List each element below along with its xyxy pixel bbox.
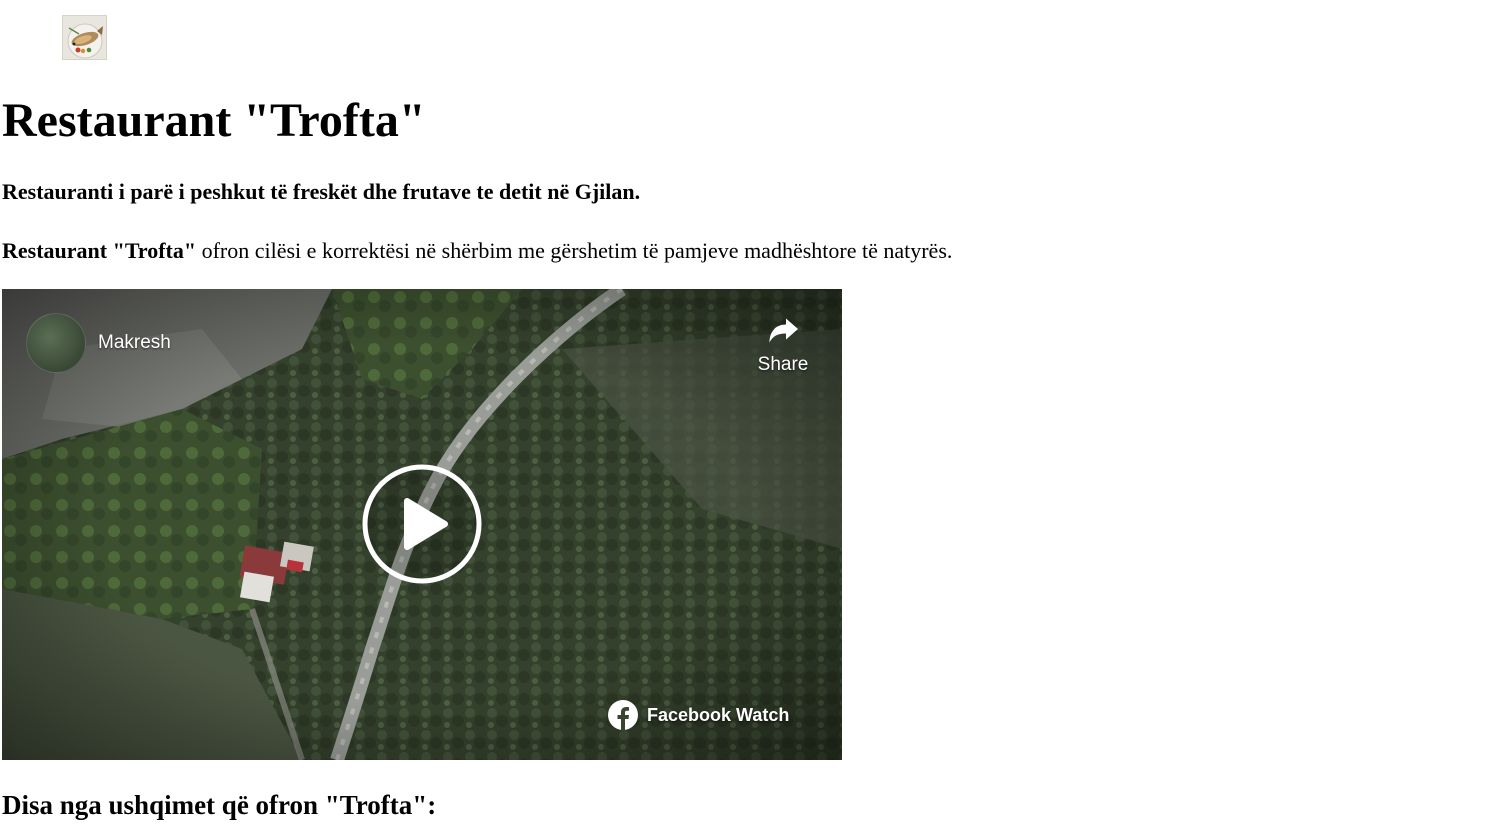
channel-info[interactable]: Makresh — [26, 313, 171, 373]
fish-plate-icon — [67, 23, 103, 59]
play-button[interactable] — [362, 464, 482, 584]
restaurant-logo[interactable] — [62, 15, 107, 60]
tagline: Restauranti i parë i peshkut të freskët … — [2, 179, 641, 204]
facebook-logo-icon — [608, 700, 638, 730]
share-button[interactable]: Share — [752, 311, 814, 376]
facebook-video-player[interactable]: Makresh Share Facebook Watch — [2, 289, 842, 760]
play-icon — [362, 464, 482, 584]
page-title: Restaurant "Trofta" — [2, 94, 426, 147]
share-label: Share — [757, 354, 809, 375]
page: Restaurant "Trofta" Restauranti i parë i… — [0, 0, 1509, 832]
menu-heading: Disa nga ushqimet që ofron "Trofta": — [2, 790, 437, 820]
channel-name[interactable]: Makresh — [98, 332, 171, 354]
facebook-watch-link[interactable]: Facebook Watch — [607, 699, 789, 731]
channel-avatar[interactable] — [26, 313, 86, 373]
facebook-watch-label: Facebook Watch — [647, 704, 790, 725]
share-arrow-icon — [769, 318, 798, 343]
intro-paragraph: Restaurant "Trofta" ofron cilësi e korre… — [2, 237, 952, 265]
intro-text: ofron cilësi e korrektësi në shërbim me … — [196, 238, 953, 263]
intro-restaurant-name: Restaurant "Trofta" — [2, 238, 197, 263]
